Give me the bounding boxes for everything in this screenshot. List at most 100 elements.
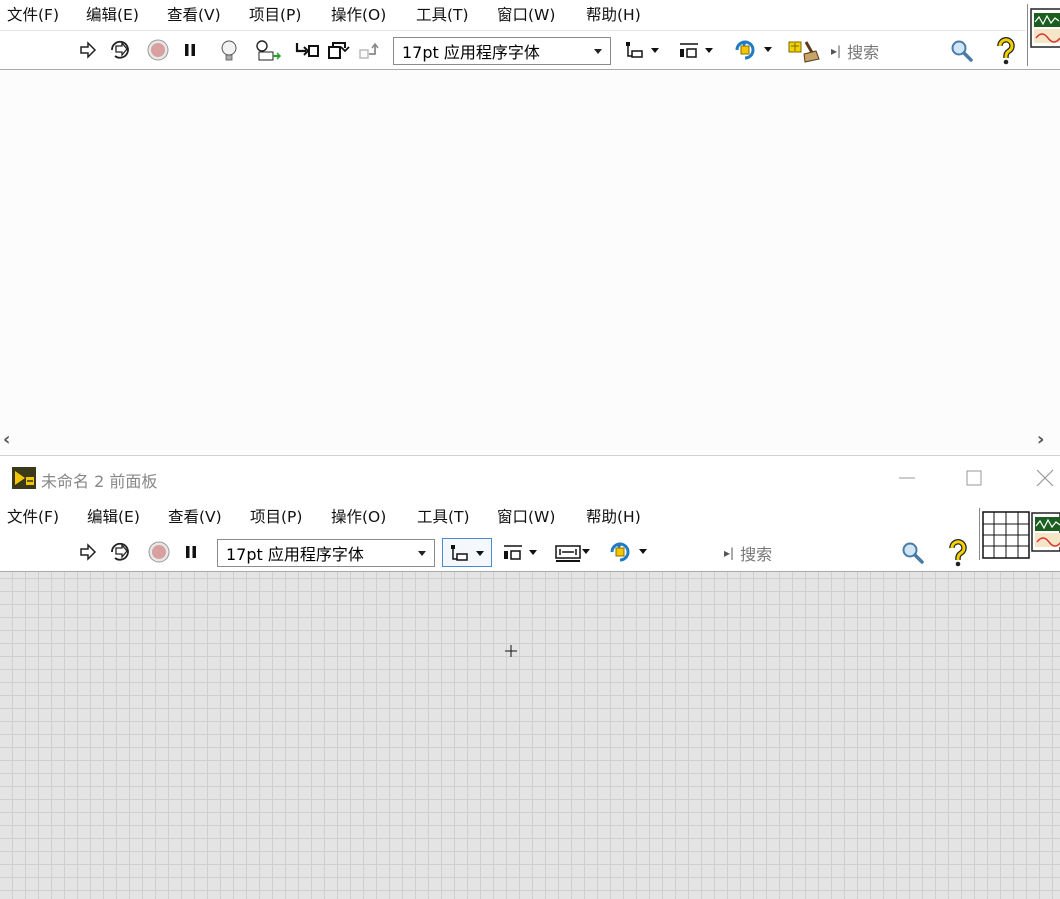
align-objects-button[interactable]	[442, 538, 492, 567]
resize-icon	[555, 545, 590, 562]
align-objects-button[interactable]	[622, 39, 662, 61]
search-icon	[902, 542, 924, 564]
step-over-icon	[328, 42, 350, 59]
run-continuously-button[interactable]	[108, 39, 132, 61]
pause-icon	[186, 546, 196, 558]
labview-app-icon	[12, 467, 36, 489]
menu-edit[interactable]: 编辑(E)	[86, 0, 139, 30]
search-box[interactable]: ▸| 搜索	[724, 542, 824, 564]
menu-view[interactable]: 查看(V)	[167, 0, 221, 30]
reorder-icon	[610, 542, 647, 562]
pause-button[interactable]	[181, 542, 201, 562]
connector-pane-grid-icon	[982, 511, 1030, 559]
menu-file[interactable]: 文件(F)	[7, 502, 59, 532]
menu-operate[interactable]: 操作(O)	[331, 0, 386, 30]
scroll-right-icon[interactable]: ›	[1037, 429, 1044, 450]
help-question-icon	[949, 539, 967, 567]
bd-menubar: 文件(F) 编辑(E) 查看(V) 项目(P) 操作(O) 工具(T) 窗口(W…	[0, 0, 1026, 30]
maximize-button[interactable]	[951, 456, 997, 500]
run-arrow-icon	[80, 543, 97, 561]
help-question-icon	[997, 37, 1015, 65]
highlight-execution-button[interactable]	[218, 38, 240, 64]
cleanup-broom-icon	[788, 41, 820, 63]
close-button[interactable]	[1022, 456, 1060, 500]
distribute-icon	[680, 43, 713, 58]
block-diagram-canvas[interactable]: ‹ ›	[0, 70, 1060, 453]
search-pipe-icon: ▸|	[724, 546, 735, 560]
minimize-icon	[899, 477, 915, 479]
reorder-icon	[735, 40, 772, 60]
vi-icon[interactable]	[1027, 4, 1060, 66]
resize-objects-button[interactable]	[553, 540, 593, 564]
menu-tools[interactable]: 工具(T)	[416, 0, 469, 30]
step-out-button[interactable]	[357, 41, 383, 61]
menu-edit[interactable]: 编辑(E)	[87, 502, 140, 532]
reorder-button[interactable]	[606, 540, 650, 564]
search-button[interactable]	[900, 540, 926, 566]
fp-menubar: 文件(F) 编辑(E) 查看(V) 项目(P) 操作(O) 工具(T) 窗口(W…	[0, 502, 978, 532]
run-continuously-icon	[111, 542, 129, 561]
menu-window[interactable]: 窗口(W)	[497, 502, 555, 532]
font-select-value: 17pt 应用程序字体	[226, 545, 364, 564]
front-panel-canvas[interactable]	[0, 572, 1060, 899]
run-button[interactable]	[78, 542, 98, 562]
menu-view[interactable]: 查看(V)	[168, 502, 222, 532]
search-button[interactable]	[949, 38, 975, 64]
step-out-icon	[359, 42, 379, 59]
menu-tools[interactable]: 工具(T)	[417, 502, 470, 532]
stop-icon	[148, 541, 170, 563]
retain-wire-values-button[interactable]	[255, 39, 283, 63]
font-select[interactable]: 17pt 应用程序字体	[393, 37, 611, 65]
step-over-button[interactable]	[326, 39, 352, 61]
distribute-objects-button[interactable]	[500, 541, 540, 563]
pause-button[interactable]	[180, 40, 200, 60]
probe-icon	[256, 40, 282, 61]
cleanup-diagram-button[interactable]	[786, 36, 822, 64]
abort-button[interactable]	[147, 39, 169, 61]
step-into-icon	[295, 43, 319, 57]
font-select-value: 17pt 应用程序字体	[402, 43, 540, 62]
search-placeholder: 搜索	[847, 43, 880, 62]
bd-toolbar: 17pt 应用程序字体 ▸| 搜索	[0, 31, 1026, 69]
fp-titlebar: 未命名 2 前面板	[0, 455, 1060, 502]
search-box[interactable]: ▸| 搜索	[831, 40, 931, 62]
abort-button[interactable]	[148, 541, 170, 563]
scroll-left-icon[interactable]: ‹	[3, 429, 10, 450]
pause-icon	[185, 44, 195, 56]
run-continuously-button[interactable]	[108, 541, 132, 563]
menu-project[interactable]: 项目(P)	[250, 502, 302, 532]
distribute-objects-button[interactable]	[676, 39, 716, 61]
minimize-button[interactable]	[884, 456, 930, 500]
menu-file[interactable]: 文件(F)	[7, 0, 59, 30]
chevron-down-icon	[418, 551, 426, 556]
menu-project[interactable]: 项目(P)	[249, 0, 301, 30]
search-icon	[951, 40, 973, 62]
run-arrow-icon	[80, 41, 97, 59]
crosshair-cursor-icon	[505, 645, 517, 657]
context-help-button[interactable]	[995, 37, 1017, 65]
connector-pane[interactable]	[979, 508, 1030, 560]
fp-vi-icon[interactable]	[1030, 508, 1060, 560]
menu-help[interactable]: 帮助(H)	[586, 0, 641, 30]
menu-window[interactable]: 窗口(W)	[497, 0, 555, 30]
reorder-button[interactable]	[731, 38, 775, 62]
step-into-button[interactable]	[294, 40, 320, 60]
menu-help[interactable]: 帮助(H)	[586, 502, 641, 532]
run-continuously-icon	[111, 40, 129, 59]
align-icon	[451, 544, 484, 561]
chevron-down-icon	[594, 49, 602, 54]
menu-operate[interactable]: 操作(O)	[331, 502, 386, 532]
distribute-icon	[504, 545, 537, 560]
run-button[interactable]	[78, 40, 98, 60]
close-icon	[1036, 469, 1054, 487]
search-placeholder: 搜索	[740, 545, 773, 564]
window-title: 未命名 2 前面板	[41, 472, 158, 491]
context-help-button[interactable]	[947, 539, 969, 567]
maximize-icon	[966, 470, 982, 486]
fp-toolbar: 17pt 应用程序字体 ▸| 搜索	[0, 533, 978, 571]
stop-icon	[147, 39, 169, 61]
align-icon	[626, 42, 659, 58]
font-select[interactable]: 17pt 应用程序字体	[217, 539, 435, 567]
light-bulb-icon	[221, 40, 237, 61]
search-pipe-icon: ▸|	[831, 44, 842, 58]
